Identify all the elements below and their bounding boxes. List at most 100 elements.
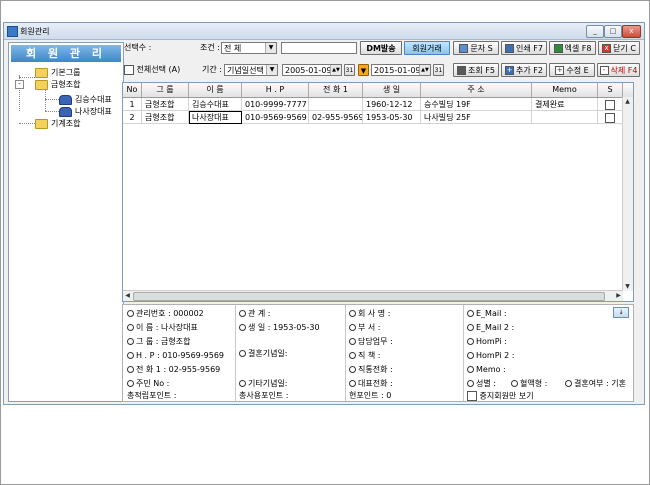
folder-icon (35, 79, 48, 90)
member-trade-button[interactable]: 회원거래 (404, 41, 450, 55)
people-icon (59, 106, 72, 117)
cell-s[interactable] (598, 111, 623, 124)
condition-label: 조건 : (200, 43, 220, 52)
scroll-right-icon[interactable]: ▶ (614, 291, 623, 300)
detail-field-text: 회 사 명 : (358, 309, 391, 318)
scroll-up-icon[interactable]: ▲ (623, 97, 632, 106)
detail-field: 대표전화 : (349, 379, 393, 389)
select-all-label: 전체선택 (A) (136, 65, 181, 74)
bullet-icon (349, 338, 356, 345)
detail-field-text: HomPi 2 : (476, 351, 515, 360)
dm-send-button[interactable]: DM발송 (360, 41, 402, 55)
checkbox-icon[interactable] (605, 99, 615, 110)
column-header-address[interactable]: 주 소 (421, 83, 532, 97)
detail-field-text: 결혼기념일: (248, 349, 288, 358)
column-header-group[interactable]: 그 룹 (142, 83, 189, 97)
detail-field: 결혼기념일: (239, 349, 288, 359)
column-header-name[interactable]: 이 름 (189, 83, 242, 97)
spin-icon[interactable]: ▲▼ (330, 65, 341, 75)
tree-item-label: 기본그룹 (51, 68, 81, 77)
calendar-from-button[interactable]: 31 (344, 64, 355, 76)
checkbox-icon[interactable] (605, 112, 615, 123)
member-management-window: 회원관리 _ □ x 회 원 관 리 기본그룹 - 금형조합 김승수대표 나사장대… (3, 22, 645, 405)
detail-field: 현포인트 : 0 (349, 391, 392, 400)
search-input[interactable] (281, 42, 357, 54)
cell-s[interactable] (598, 98, 623, 111)
add-button[interactable]: + 추가 F2 (501, 63, 547, 77)
detail-field: 직통전화 : (349, 365, 393, 375)
detail-field: 직 책 : (349, 351, 381, 361)
date-to-input[interactable]: 2015-01-09 ▲▼ (371, 64, 431, 76)
checkbox-icon (467, 391, 477, 401)
query-button[interactable]: 조회 F5 (453, 63, 499, 77)
tree-item-member-kim[interactable]: 김승수대표 (59, 94, 112, 105)
edit-button[interactable]: + 수정 E (549, 63, 595, 77)
period-select[interactable]: 기념일선택 ▼ (224, 64, 278, 76)
detail-field: 총사용포인트 : (239, 391, 289, 400)
tree-connector (45, 111, 59, 112)
calendar-to-button[interactable]: 31 (433, 64, 444, 76)
delete-button[interactable]: - 삭제 F4 (597, 63, 640, 77)
folder-icon (35, 67, 48, 78)
stop-member-checkbox[interactable]: 중지회원만 보기 (467, 391, 534, 402)
sms-button[interactable]: 문자 S (453, 41, 499, 55)
detail-field-text: 생 일 : 1953-05-30 (248, 323, 320, 332)
window-title: 회원관리 (20, 27, 50, 36)
tree-item-machine-union[interactable]: 기계조합 (35, 118, 80, 129)
close-button-label: 닫기 C (613, 44, 636, 53)
detail-field-text: 성별 : (476, 379, 496, 388)
detail-field-text: 관리번호 : 000002 (136, 309, 204, 318)
range-arrow-icon[interactable]: ▼ (358, 64, 369, 76)
scroll-thumb[interactable] (133, 292, 605, 301)
scroll-left-icon[interactable]: ◀ (123, 291, 132, 300)
tree-item-member-na[interactable]: 나사장대표 (59, 106, 112, 117)
date-to-value: 2015-01-09 (374, 66, 421, 75)
vertical-scrollbar[interactable]: ▲ ▼ (622, 97, 633, 291)
spin-icon[interactable]: ▲▼ (419, 65, 430, 75)
condition-value: 전 체 (224, 44, 242, 53)
detail-field-text: 관 계 : (248, 309, 271, 318)
column-header-no[interactable]: No (123, 83, 142, 97)
column-header-birthday[interactable]: 생 일 (363, 83, 421, 97)
print-button[interactable]: 인쇄 F7 (501, 41, 547, 55)
condition-select[interactable]: 전 체 ▼ (221, 42, 277, 54)
detail-column-anniversary: 관 계 : 생 일 : 1953-05-30 결혼기념일: 기타기념일: 총사용… (235, 305, 346, 401)
close-window-button[interactable]: x (622, 25, 641, 38)
scroll-down-icon[interactable]: ▼ (623, 282, 632, 291)
column-header-memo[interactable]: Memo (532, 83, 598, 97)
maximize-button[interactable]: □ (604, 25, 622, 38)
detail-field: 생 일 : 1953-05-30 (239, 323, 320, 333)
detail-field-text: 부 서 : (358, 323, 381, 332)
bullet-icon (349, 380, 356, 387)
tree-item-mold-union[interactable]: - 금형조합 (15, 79, 80, 90)
detail-field: 성별 : (467, 379, 496, 389)
table-row[interactable]: 2 금형조합 나사장대표 010-9569-9569 02-955-9569 1… (123, 111, 633, 124)
close-button[interactable]: x 닫기 C (598, 41, 640, 55)
bullet-icon (349, 366, 356, 373)
collapse-icon[interactable]: - (15, 80, 24, 89)
column-header-phone1[interactable]: 전 화 1 (309, 83, 363, 97)
detail-field-text: 결혼여부 : 기혼 (574, 379, 626, 388)
detail-field: 관리번호 : 000002 (127, 309, 204, 319)
horizontal-scrollbar[interactable]: ◀ ▶ (123, 290, 623, 301)
edit-button-label: 수정 E (566, 66, 589, 75)
table-row[interactable]: 1 금형조합 김승수대표 010-9999-7777 1960-12-12 승수… (123, 98, 633, 111)
excel-button[interactable]: 엑셀 F8 (549, 41, 596, 55)
tree-item-default-group[interactable]: 기본그룹 (35, 67, 80, 78)
detail-field: 회 사 명 : (349, 309, 390, 319)
date-from-input[interactable]: 2005-01-09 ▲▼ (282, 64, 342, 76)
minimize-button[interactable]: _ (586, 25, 604, 38)
column-header-s[interactable]: S (598, 83, 623, 97)
detail-field: 결혼여부 : 기혼 (565, 379, 626, 389)
download-icon[interactable]: ↓ (613, 307, 629, 318)
column-header-hp[interactable]: H . P (242, 83, 309, 97)
detail-field-text: 주민 No : (136, 379, 170, 388)
select-count-label: 선택수 : (124, 43, 152, 52)
select-all-checkbox[interactable]: 전체선택 (A) (124, 63, 180, 77)
member-detail-panel: 관리번호 : 000002 이 름 : 나사장대표 그 룹 : 금형조합 H .… (122, 304, 634, 402)
bullet-icon (127, 352, 134, 359)
tree-connector (45, 99, 59, 100)
bullet-icon (467, 380, 474, 387)
cell-name-selected[interactable]: 나사장대표 (189, 111, 242, 124)
chevron-down-icon: ▼ (265, 43, 276, 53)
